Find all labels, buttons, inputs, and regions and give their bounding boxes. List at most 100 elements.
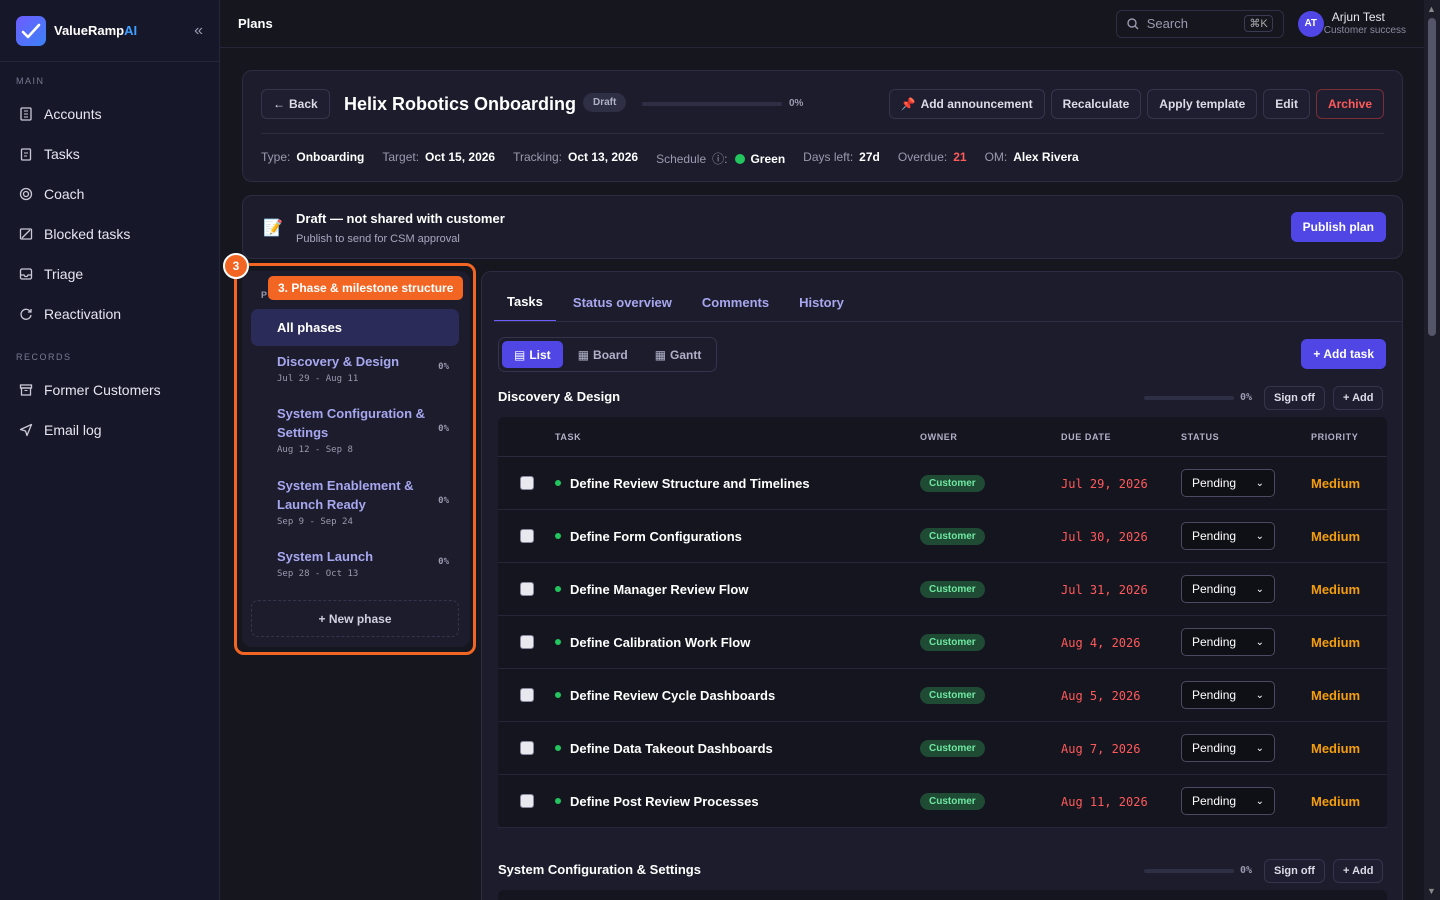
info-icon[interactable]: ⓘ: <box>712 152 727 166</box>
task-checkbox[interactable] <box>519 741 534 755</box>
task-name[interactable]: Define Review Cycle Dashboards <box>570 688 775 703</box>
due-date: Aug 4, 2026 <box>1061 635 1141 650</box>
phase-group-percent: 0% <box>1240 392 1253 403</box>
sidebar-item-accounts[interactable]: Accounts <box>0 94 219 134</box>
due-date: Jul 31, 2026 <box>1061 582 1148 597</box>
task-name[interactable]: Define Manager Review Flow <box>570 582 748 597</box>
column-status: STATUS <box>1181 431 1220 442</box>
page-title: Plans <box>238 16 273 31</box>
phase-group-percent: 0% <box>1240 865 1253 876</box>
view-board-button[interactable]: ▦ Board <box>566 341 640 368</box>
scrollbar[interactable]: ▲ ▼ <box>1424 0 1440 900</box>
table-row[interactable]: Define Calibration Work Flow Customer Aug … <box>498 616 1387 669</box>
status-select[interactable]: Pending ⌄ <box>1181 628 1275 656</box>
user-menu[interactable]: AT Arjun Test Customer success <box>1297 10 1406 37</box>
search-input[interactable]: Search ⌘K <box>1115 9 1284 38</box>
table-row[interactable]: Define Review Cycle Dashboards Customer Au… <box>498 669 1387 722</box>
scrollbar-thumb[interactable] <box>1428 18 1436 336</box>
divider <box>261 133 1384 134</box>
apply-template-button[interactable]: Apply template <box>1147 89 1258 119</box>
tab-history[interactable]: History <box>786 282 857 322</box>
owner-badge: Customer <box>920 793 985 810</box>
gantt-icon: ▦ <box>654 347 667 362</box>
add-task-inline-button[interactable]: + Add <box>1333 386 1384 410</box>
task-checkbox[interactable] <box>519 635 534 649</box>
owner-badge: Customer <box>920 634 985 651</box>
task-name[interactable]: Define Data Takeout Dashboards <box>570 741 773 756</box>
sidebar-item-coach[interactable]: Coach <box>0 174 219 214</box>
phase-group-progress <box>1144 869 1234 873</box>
section-label-records: RECORDS <box>16 352 72 362</box>
task-name[interactable]: Define Post Review Processes <box>570 794 759 809</box>
task-checkbox[interactable] <box>519 582 534 596</box>
pin-icon: 📌 <box>900 97 916 111</box>
table-row[interactable]: Define Review Structure and Timelines Cus… <box>498 457 1387 510</box>
status-select[interactable]: Pending ⌄ <box>1181 469 1275 497</box>
tasks-panel: Tasks Status overview Comments History ▤ Lis… <box>481 271 1403 900</box>
table-row[interactable]: Define Data Takeout Dashboards Customer Au… <box>498 722 1387 775</box>
phase-group-title: System Configuration & Settings <box>498 862 701 877</box>
tab-comments[interactable]: Comments <box>689 282 782 322</box>
sidebar-item-reactivation[interactable]: Reactivation <box>0 294 219 334</box>
view-switcher: ▤ List ▦ Board ▦ Gantt <box>498 337 718 372</box>
sidebar-item-email-log[interactable]: Email log <box>0 410 219 450</box>
task-checkbox[interactable] <box>519 476 534 490</box>
publish-plan-button[interactable]: Publish plan <box>1290 212 1386 242</box>
task-name[interactable]: Define Form Configurations <box>570 529 742 544</box>
due-date: Aug 7, 2026 <box>1061 741 1141 756</box>
tab-status-overview[interactable]: Status overview <box>560 282 685 322</box>
status-dot-icon <box>555 798 561 804</box>
plan-title: Helix Robotics Onboarding <box>344 94 577 114</box>
list-icon: ▤ <box>514 347 526 362</box>
chevron-down-icon: ⌄ <box>1255 636 1264 648</box>
task-name[interactable]: Define Calibration Work Flow <box>570 635 750 650</box>
status-select[interactable]: Pending ⌄ <box>1181 734 1275 762</box>
sidebar-item-label: Coach <box>44 186 85 202</box>
table-header: TASKOWNERDUE DATESTATUSPRIORITY <box>498 890 1387 900</box>
sidebar-item-former-customers[interactable]: Former Customers <box>0 370 219 410</box>
task-checkbox[interactable] <box>519 794 534 808</box>
overdue-count: 21 <box>953 150 967 164</box>
sidebar-item-tasks[interactable]: Tasks <box>0 134 219 174</box>
table-row[interactable]: Define Form Configurations Customer Jul 30… <box>498 510 1387 563</box>
sign-off-button[interactable]: Sign off <box>1264 386 1325 410</box>
view-gantt-button[interactable]: ▦ Gantt <box>643 341 714 368</box>
tab-tasks[interactable]: Tasks <box>494 282 556 322</box>
sidebar: ValueRampAI « MAIN Accounts Tasks Coach Blo… <box>0 0 220 900</box>
view-list-button[interactable]: ▤ List <box>502 341 563 368</box>
back-button[interactable]: ← Back <box>261 89 330 119</box>
table-row[interactable]: Define Post Review Processes Customer Aug … <box>498 775 1387 828</box>
due-date: Jul 30, 2026 <box>1061 529 1148 544</box>
sidebar-item-label: Accounts <box>44 106 102 122</box>
collapse-sidebar-icon[interactable]: « <box>194 22 203 40</box>
phase-group-title: Discovery & Design <box>498 389 621 404</box>
plan-progress-label: 0% <box>789 98 804 109</box>
status-select[interactable]: Pending ⌄ <box>1181 681 1275 709</box>
status-dot-icon <box>555 533 561 539</box>
table-row[interactable]: Define Manager Review Flow Customer Jul 31… <box>498 563 1387 616</box>
sidebar-item-blocked-tasks[interactable]: Blocked tasks <box>0 214 219 254</box>
arrow-left-icon: ← <box>273 97 285 111</box>
plan-meta: Type: Onboarding Target: Oct 15, 2026 Trac… <box>261 150 1079 166</box>
task-checkbox[interactable] <box>519 529 534 543</box>
add-announcement-button[interactable]: 📌 Add announcement <box>888 89 1045 119</box>
archive-button[interactable]: Archive <box>1315 89 1384 119</box>
archive-icon <box>18 382 34 398</box>
sidebar-item-label: Tasks <box>44 146 80 162</box>
status-select[interactable]: Pending ⌄ <box>1181 575 1275 603</box>
section-label-main: MAIN <box>16 76 45 86</box>
status-dot-icon <box>555 480 561 486</box>
sidebar-item-label: Reactivation <box>44 306 122 322</box>
due-date: Aug 5, 2026 <box>1061 688 1141 703</box>
recalculate-button[interactable]: Recalculate <box>1050 89 1142 119</box>
status-select[interactable]: Pending ⌄ <box>1181 522 1275 550</box>
task-name[interactable]: Define Review Structure and Timelines <box>570 476 810 491</box>
status-select[interactable]: Pending ⌄ <box>1181 787 1275 815</box>
sidebar-item-triage[interactable]: Triage <box>0 254 219 294</box>
sign-off-button[interactable]: Sign off <box>1264 859 1325 883</box>
edit-button[interactable]: Edit <box>1263 89 1310 119</box>
add-task-inline-button[interactable]: + Add <box>1333 859 1384 883</box>
task-checkbox[interactable] <box>519 688 534 702</box>
add-task-button[interactable]: + Add task <box>1301 339 1386 369</box>
plan-type: Onboarding <box>296 150 365 164</box>
